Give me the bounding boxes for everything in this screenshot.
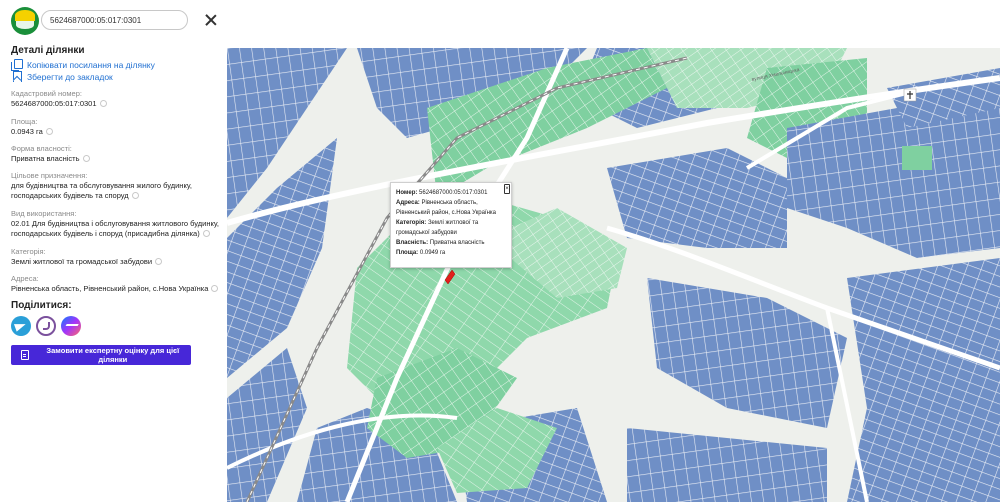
area-label: Площа:: [11, 117, 38, 126]
parcel-map[interactable]: вулиця Хмельницька: [227, 48, 1000, 502]
area-value-text: 0.0943 га: [11, 127, 43, 136]
purpose-value-text: для будівництва та обслуговування жилого…: [11, 181, 192, 200]
category-label: Категорія:: [11, 247, 46, 256]
popup-area-label: Площа:: [396, 250, 419, 256]
telegram-icon[interactable]: [11, 316, 31, 336]
category-value-text: Землі житлової та громадської забудови: [11, 257, 153, 266]
parcel-block[interactable]: [847, 258, 1000, 502]
popup-category-label: Категорія:: [396, 220, 427, 226]
popup-area-row: Площа: 0.0949 га: [396, 248, 506, 258]
parcel-popup: × Номер: 5624687000:05:017:0301 Адреса: …: [390, 182, 512, 268]
popup-close-button[interactable]: ×: [504, 184, 510, 194]
info-icon[interactable]: [211, 285, 219, 292]
category-value: Землі житлової та громадської забудови: [11, 257, 221, 267]
popup-area-value: 0.0949 га: [419, 250, 446, 256]
purpose-value: для будівництва та обслуговування жилого…: [11, 181, 221, 201]
document-icon: [21, 350, 29, 360]
order-evaluation-button[interactable]: Замовити експертну оцінку для цієї ділян…: [11, 345, 191, 365]
copy-icon: [11, 59, 23, 71]
cadastral-value: 5624687000:05:017:0301: [11, 99, 221, 109]
ownership-label: Форма власності:: [11, 144, 72, 153]
bookmark-button[interactable]: Зберегти до закладок: [11, 71, 113, 82]
copy-link-button[interactable]: Копіювати посилання на ділянку: [11, 59, 155, 71]
copy-link-label: Копіювати посилання на ділянку: [27, 59, 155, 70]
use-value: 02.01 Для будівництва і обслуговування ж…: [11, 219, 221, 239]
info-icon[interactable]: [131, 192, 139, 199]
parcel-block[interactable]: [902, 146, 932, 170]
use-value-text: 02.01 Для будівництва і обслуговування ж…: [11, 219, 219, 238]
info-icon[interactable]: [99, 100, 107, 107]
address-label: Адреса:: [11, 274, 39, 283]
area-value: 0.0943 га: [11, 127, 221, 137]
info-icon[interactable]: [202, 230, 210, 237]
viber-icon[interactable]: [36, 316, 56, 336]
order-evaluation-label: Замовити експертну оцінку для цієї ділян…: [46, 346, 180, 364]
map-canvas[interactable]: вулиця Хмельницька: [227, 48, 1000, 502]
map-header-blank: [227, 0, 1000, 48]
close-icon[interactable]: [204, 13, 218, 27]
parcel-details-panel: Деталі ділянки Копіювати посилання на ді…: [0, 0, 227, 502]
info-icon[interactable]: [82, 155, 90, 162]
app-logo[interactable]: [11, 7, 39, 35]
cadastral-value-text: 5624687000:05:017:0301: [11, 99, 97, 108]
address-value-text: Рівненська область, Рівненський район, с…: [11, 284, 209, 293]
use-label: Вид використання:: [11, 209, 77, 218]
popup-ownership-value: Приватна власність: [429, 240, 485, 246]
popup-address-row: Адреса: Рівненська область, Рівненський …: [396, 198, 506, 218]
popup-ownership-row: Власність: Приватна власність: [396, 238, 506, 248]
cadastral-label: Кадастровий номер:: [11, 89, 82, 98]
popup-number-label: Номер:: [396, 190, 418, 196]
messenger-icon[interactable]: [61, 316, 81, 336]
info-icon[interactable]: [45, 128, 53, 135]
panel-title: Деталі ділянки: [11, 45, 85, 56]
share-title: Поділитися:: [11, 300, 72, 311]
bookmark-icon: [11, 71, 22, 82]
info-icon[interactable]: [155, 258, 163, 265]
ownership-value-text: Приватна власність: [11, 154, 80, 163]
popup-category-row: Категорія: Землі житлової та громадської…: [396, 218, 506, 238]
popup-number-value: 5624687000:05:017:0301: [419, 190, 488, 196]
address-value: Рівненська область, Рівненський район, с…: [11, 284, 221, 294]
popup-number-row: Номер: 5624687000:05:017:0301: [396, 188, 506, 198]
popup-address-label: Адреса:: [396, 200, 420, 206]
search-input[interactable]: [41, 10, 188, 30]
purpose-label: Цільове призначення:: [11, 171, 88, 180]
ownership-value: Приватна власність: [11, 154, 221, 164]
popup-ownership-label: Власність:: [396, 240, 429, 246]
bookmark-label: Зберегти до закладок: [27, 71, 113, 82]
